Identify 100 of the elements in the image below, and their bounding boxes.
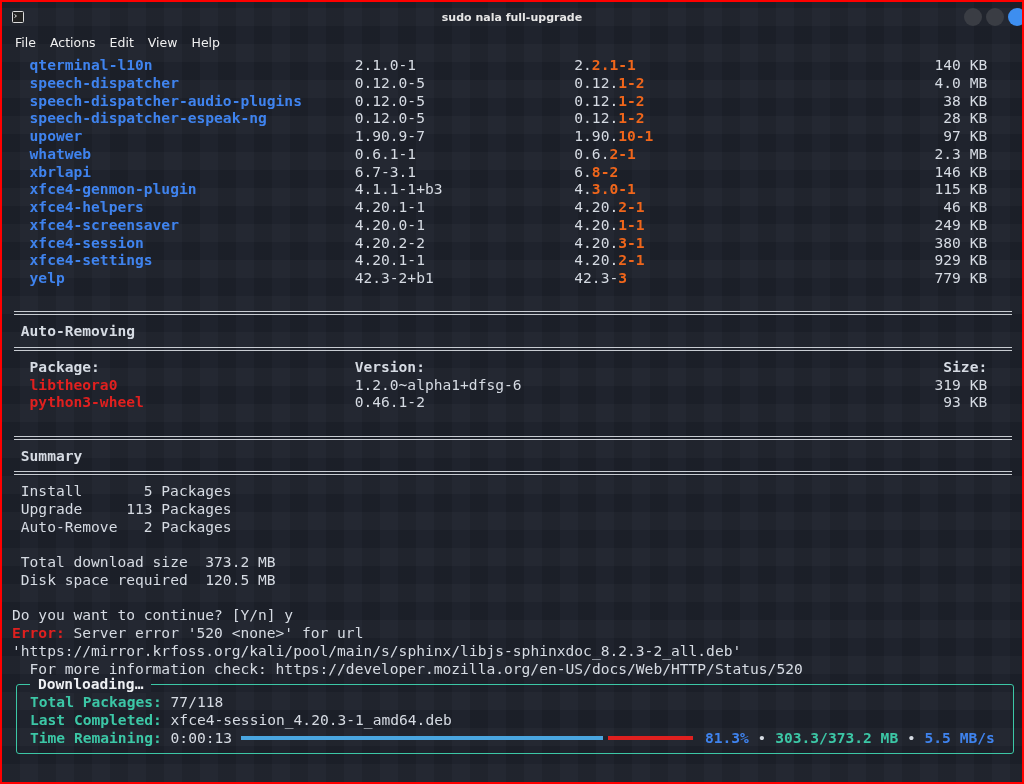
package-name: xfce4-genmon-plugin	[29, 180, 197, 198]
package-name: upower	[29, 127, 83, 144]
section-title: Auto-Removing	[20, 322, 135, 340]
error-label: Error:	[12, 624, 65, 642]
new-version: 0.6.2-1	[574, 144, 636, 162]
section-title: Summary	[20, 446, 83, 465]
summary-count: 2	[143, 517, 153, 535]
summary-label: Auto-Remove	[20, 517, 118, 535]
package-size: 115 KB	[934, 180, 988, 198]
error-url: 'https://mirror.krfoss.org/kali/pool/main/s/sphinx/libjs-sphinxdoc_8.2.3-2_all.deb'	[12, 641, 742, 660]
old-version: 0.6.1-1	[354, 144, 417, 162]
field-label: Time Remaining:	[30, 728, 162, 747]
package-size: 4.0 MB	[934, 73, 988, 91]
package-size: 2.3 MB	[934, 144, 988, 162]
new-version: 4.20.2-1	[574, 198, 645, 215]
field-value: xfce4-session_4.20.3-1_amd64.deb	[170, 711, 452, 729]
info-text: For more information check: https://developer.mozilla.org/en-US/docs/Web/HTTP/Status/520	[29, 659, 803, 677]
old-version: 42.3-2+b1	[354, 269, 434, 286]
old-version: 1.90.9-7	[354, 127, 425, 144]
package-name: xfce4-settings	[29, 251, 153, 269]
package-size: 380 KB	[934, 233, 988, 251]
new-version: 0.12.1-2	[574, 109, 645, 127]
field-value: 0:00:13	[170, 728, 233, 747]
old-version: 4.20.1-1	[354, 198, 425, 215]
old-version: 2.1.0-1	[354, 56, 417, 73]
summary-unit: Packages	[161, 517, 232, 535]
new-version: 6.8-2	[574, 162, 619, 180]
new-version: 0.12.1-2	[574, 91, 645, 109]
package-name: xbrlapi	[29, 162, 92, 180]
old-version: 4.1.1-1+b3	[354, 180, 443, 198]
package-size: 319 KB	[934, 375, 988, 393]
summary-label: Install	[20, 482, 83, 499]
minimize-button[interactable]	[964, 8, 982, 26]
package-size: 38 KB	[943, 91, 988, 109]
download-speed: 5.5 MB/s	[924, 728, 995, 747]
old-version: 4.20.1-1	[354, 251, 425, 269]
summary-label: Upgrade	[20, 499, 83, 517]
field-label: Total Packages:	[30, 693, 162, 711]
package-name: python3-wheel	[29, 393, 144, 411]
field-label: Last Completed:	[30, 711, 162, 729]
error-message: Server error '520 <none>' for url	[73, 624, 364, 642]
package-version: 1.2.0~alpha1+dfsg-6	[354, 375, 522, 393]
terminal-icon	[12, 11, 24, 23]
new-version: 1.90.10-1	[574, 127, 654, 144]
column-header: Size:	[943, 357, 988, 375]
close-button[interactable]	[1008, 8, 1022, 26]
new-version: 0.12.1-2	[574, 73, 645, 91]
field-value: 77/118	[170, 693, 224, 711]
package-name: yelp	[29, 269, 65, 286]
new-version: 4.20.3-1	[574, 233, 645, 251]
summary-count: 113	[126, 499, 153, 517]
column-header: Version:	[354, 357, 425, 375]
package-name: whatweb	[29, 144, 92, 162]
window-title: sudo nala full-upgrade	[441, 10, 583, 24]
package-name: speech-dispatcher	[29, 73, 179, 91]
old-version: 4.20.2-2	[354, 233, 425, 251]
summary-count: 5	[143, 482, 153, 499]
package-name: qterminal-l10n	[29, 56, 153, 73]
package-name: xfce4-screensaver	[29, 215, 179, 233]
new-version: 2.2.1-1	[574, 56, 636, 73]
package-size: 779 KB	[934, 269, 988, 286]
column-header: Package:	[29, 357, 100, 375]
prompt-text: Do you want to continue? [Y/n] y	[12, 606, 294, 624]
package-size: 146 KB	[934, 162, 988, 180]
package-size: 140 KB	[934, 56, 988, 73]
summary-unit: Packages	[161, 482, 232, 499]
package-size: 46 KB	[943, 198, 988, 215]
package-size: 28 KB	[943, 109, 988, 127]
separator-dot: •	[757, 728, 767, 747]
menu-item[interactable]: Actions	[42, 34, 103, 50]
new-version: 4.20.1-1	[574, 215, 645, 233]
package-name: xfce4-helpers	[29, 198, 144, 215]
panel-title: Downloading…	[30, 675, 152, 693]
menu-item[interactable]: File	[8, 34, 43, 50]
package-name: libtheora0	[29, 375, 118, 393]
package-size: 929 KB	[934, 251, 988, 269]
separator-dot: •	[906, 728, 916, 747]
menu-item[interactable]: View	[140, 34, 185, 50]
old-version: 0.12.0-5	[354, 109, 425, 127]
new-version: 42.3-3	[574, 269, 627, 286]
summary-unit: Packages	[161, 499, 232, 517]
package-size: 93 KB	[943, 393, 988, 411]
package-size: 97 KB	[943, 127, 988, 144]
summary-value: 373.2 MB	[205, 553, 276, 570]
new-version: 4.3.0-1	[574, 180, 636, 198]
old-version: 0.12.0-5	[354, 73, 425, 91]
package-name: speech-dispatcher-espeak-ng	[29, 109, 267, 127]
old-version: 0.12.0-5	[354, 91, 425, 109]
menu-item[interactable]: Edit	[102, 34, 141, 50]
old-version: 4.20.0-1	[354, 215, 425, 233]
package-version: 0.46.1-2	[354, 393, 425, 411]
progress-percent: 81.3%	[704, 728, 749, 747]
package-name: xfce4-session	[29, 233, 144, 251]
summary-value: 120.5 MB	[205, 570, 276, 588]
summary-label: Disk space required	[20, 570, 188, 588]
summary-label: Total download size	[20, 553, 188, 570]
menu-item[interactable]: Help	[184, 34, 227, 50]
package-name: speech-dispatcher-audio-plugins	[29, 91, 302, 109]
transferred-size: 303.3/373.2 MB	[775, 728, 899, 747]
old-version: 6.7-3.1	[354, 162, 417, 180]
